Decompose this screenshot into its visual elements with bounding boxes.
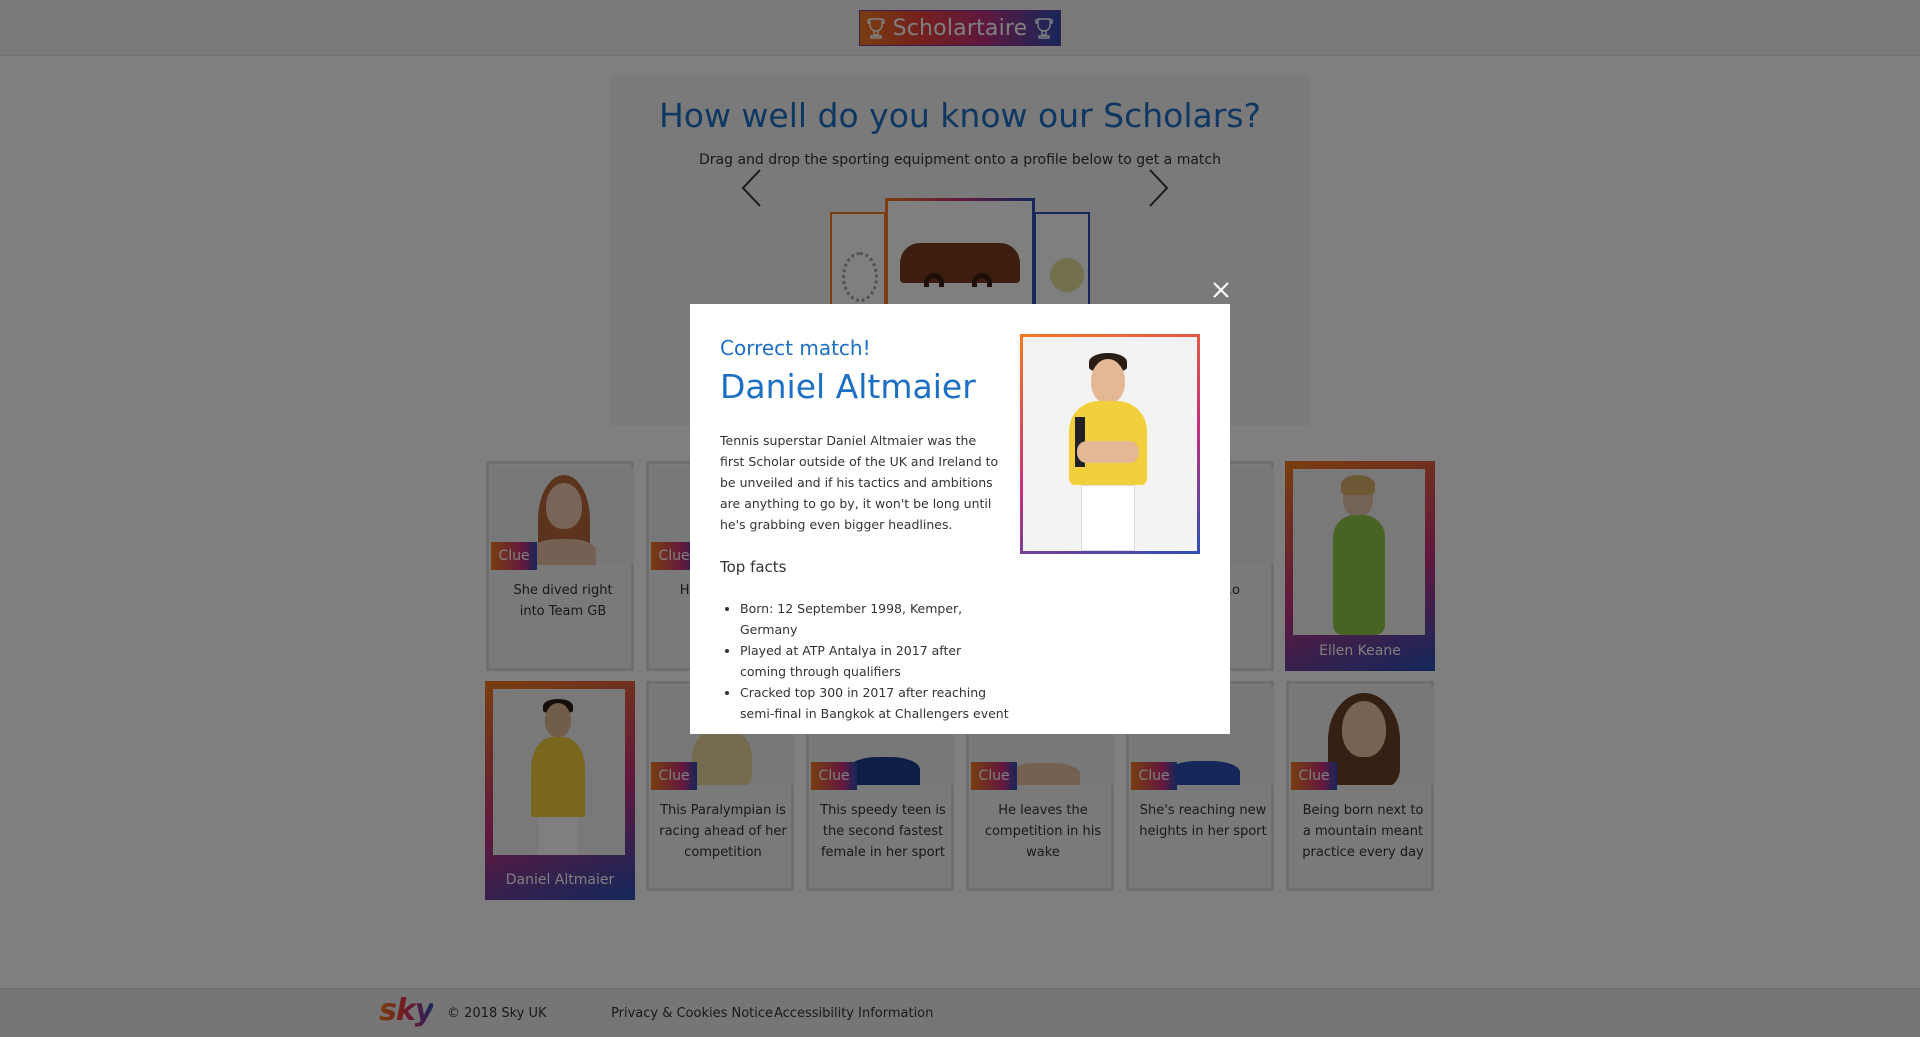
top-facts-heading: Top facts — [720, 558, 787, 576]
modal-description: Tennis superstar Daniel Altmaier was the… — [720, 433, 999, 532]
modal-close-button[interactable] — [1208, 279, 1234, 305]
fact-item: Played at ATP Antalya in 2017 after comi… — [740, 640, 1010, 682]
modal-scholar-name: Daniel Altmaier — [720, 367, 976, 406]
close-icon — [1213, 282, 1229, 302]
modal-kicker: Correct match! — [720, 336, 871, 360]
fact-item: Cracked top 300 in 2017 after reaching s… — [740, 682, 1010, 724]
top-facts-list: Born: 12 September 1998, Kemper, Germany… — [740, 598, 1010, 724]
match-result-modal: Correct match! Daniel Altmaier Tennis su… — [690, 304, 1230, 734]
modal-scholar-photo — [1020, 334, 1200, 554]
fact-item: Born: 12 September 1998, Kemper, Germany — [740, 598, 1010, 640]
